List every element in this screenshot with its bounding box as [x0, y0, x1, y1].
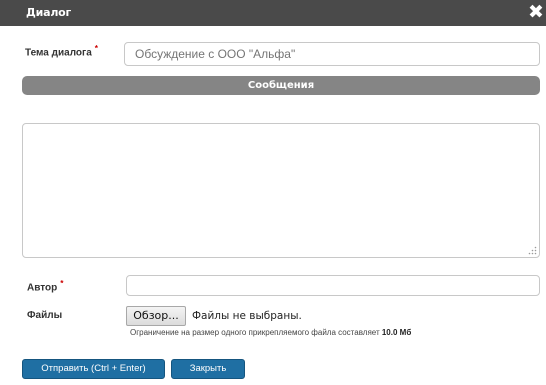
- dialog-title: Диалог: [26, 6, 72, 19]
- file-status-text: Файлы не выбраны.: [192, 310, 302, 322]
- subject-input[interactable]: [124, 42, 540, 66]
- subject-label-text: Тема диалога: [25, 47, 92, 59]
- file-size-limit-note: Ограничение на размер одного прикрепляем…: [130, 328, 411, 337]
- resize-grip-icon[interactable]: [528, 246, 537, 255]
- send-button[interactable]: Отправить (Ctrl + Enter): [22, 359, 165, 379]
- close-button[interactable]: Закрыть: [171, 359, 245, 379]
- file-size-limit-text: Ограничение на размер одного прикрепляем…: [130, 328, 380, 337]
- author-required-mark: *: [60, 278, 64, 288]
- message-textarea[interactable]: [22, 123, 540, 258]
- files-label: Файлы: [27, 310, 63, 321]
- author-label: Автор *: [27, 278, 63, 293]
- subject-required-mark: *: [94, 43, 99, 53]
- file-size-limit-value: 10.0 Мб: [381, 328, 412, 337]
- messages-section-bar: Сообщения: [22, 76, 540, 95]
- dialog-titlebar: Диалог ✖: [0, 0, 546, 26]
- close-icon[interactable]: ✖: [526, 1, 546, 23]
- author-label-text: Автор: [27, 282, 58, 294]
- author-input[interactable]: [126, 275, 540, 296]
- browse-files-button[interactable]: Обзор...: [126, 306, 186, 326]
- subject-label: Тема диалога *: [25, 43, 98, 58]
